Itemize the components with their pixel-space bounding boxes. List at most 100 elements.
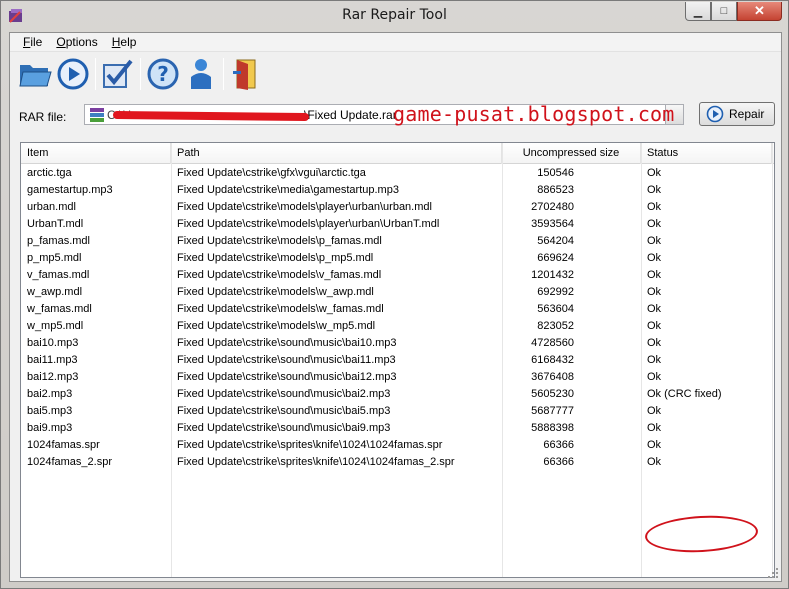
cell-item: 1024famas_2.spr — [27, 456, 112, 468]
cell-size: 669624 — [537, 252, 574, 264]
table-row[interactable]: w_awp.mdl Fixed Update\cstrike\models\w_a… — [21, 284, 774, 301]
cell-size: 4728560 — [531, 337, 574, 349]
cell-item: UrbanT.mdl — [27, 218, 84, 230]
table-row[interactable]: 1024famas_2.spr Fixed Update\cstrike\spri… — [21, 454, 774, 471]
play-icon — [706, 105, 724, 123]
menu-label-rest: elp — [120, 35, 137, 49]
cell-path: Fixed Update\cstrike\sprites\knife\1024\… — [177, 439, 443, 451]
rar-file-path-tail: \Fixed Update.rar — [304, 108, 397, 122]
cell-path: Fixed Update\cstrike\models\p_mp5.mdl — [177, 252, 374, 264]
cell-size: 886523 — [537, 184, 574, 196]
cell-path: Fixed Update\cstrike\sound\music\bai5.mp… — [177, 405, 391, 417]
cell-status: Ok — [647, 422, 662, 434]
cell-path: Fixed Update\cstrike\models\w_mp5.mdl — [177, 320, 376, 332]
table-row[interactable]: gamestartup.mp3 Fixed Update\cstrike\medi… — [21, 182, 774, 199]
toolbar-separator — [95, 58, 96, 90]
table-row[interactable]: arctic.tga Fixed Update\cstrike\gfx\vgui\… — [21, 165, 774, 182]
cell-path: Fixed Update\cstrike\sound\music\bai11.m… — [177, 354, 396, 366]
cell-size: 3593564 — [531, 218, 574, 230]
cell-status: Ok — [647, 303, 662, 315]
cell-path: Fixed Update\cstrike\models\w_famas.mdl — [177, 303, 384, 315]
watermark-text: game-pusat.blogspot.com — [393, 102, 675, 126]
cell-item: w_famas.mdl — [27, 303, 92, 315]
cell-item: bai5.mp3 — [27, 405, 73, 417]
cell-item: arctic.tga — [27, 167, 72, 179]
cell-item: bai10.mp3 — [27, 337, 79, 349]
cell-status: Ok — [647, 371, 662, 383]
user-icon[interactable] — [182, 55, 220, 93]
table-row[interactable]: p_mp5.mdl Fixed Update\cstrike\models\p_m… — [21, 250, 774, 267]
cell-path: Fixed Update\cstrike\sound\music\bai10.m… — [177, 337, 397, 349]
table-row[interactable]: bai12.mp3 Fixed Update\cstrike\sound\musi… — [21, 369, 774, 386]
cell-status: Ok — [647, 337, 662, 349]
list-body: arctic.tga Fixed Update\cstrike\gfx\vgui\… — [21, 165, 774, 471]
cell-size: 692992 — [537, 286, 574, 298]
cell-path: Fixed Update\cstrike\sound\music\bai12.m… — [177, 371, 397, 383]
open-folder-icon[interactable] — [16, 55, 54, 93]
list-header: Item Path Uncompressed size Status — [21, 143, 774, 164]
svg-text:?: ? — [157, 62, 169, 86]
column-header-item[interactable]: Item — [21, 143, 171, 164]
cell-item: p_famas.mdl — [27, 235, 90, 247]
table-row[interactable]: v_famas.mdl Fixed Update\cstrike\models\v… — [21, 267, 774, 284]
table-row[interactable]: bai10.mp3 Fixed Update\cstrike\sound\musi… — [21, 335, 774, 352]
close-button[interactable]: ✕ — [737, 2, 782, 21]
table-row[interactable]: UrbanT.mdl Fixed Update\cstrike\models\pl… — [21, 216, 774, 233]
cell-item: gamestartup.mp3 — [27, 184, 113, 196]
table-row[interactable]: w_famas.mdl Fixed Update\cstrike\models\w… — [21, 301, 774, 318]
menu-label-rest: ile — [30, 35, 43, 49]
menu-label-rest: ptions — [65, 35, 98, 49]
exit-door-icon[interactable] — [227, 55, 265, 93]
table-row[interactable]: 1024famas.spr Fixed Update\cstrike\sprite… — [21, 437, 774, 454]
cell-size: 6168432 — [531, 354, 574, 366]
cell-status: Ok — [647, 354, 662, 366]
help-icon[interactable]: ? — [144, 55, 182, 93]
checkmark-icon[interactable] — [99, 55, 137, 93]
cell-path: Fixed Update\cstrike\models\player\urban… — [177, 218, 440, 230]
cell-path: Fixed Update\cstrike\models\p_famas.mdl — [177, 235, 382, 247]
play-icon[interactable] — [54, 55, 92, 93]
resize-grip-icon[interactable] — [767, 567, 779, 579]
table-row[interactable]: bai5.mp3 Fixed Update\cstrike\sound\music… — [21, 403, 774, 420]
file-list[interactable]: Item Path Uncompressed size Status arcti… — [20, 142, 775, 578]
title-bar[interactable]: Rar Repair Tool ▁ □ ✕ — [1, 1, 788, 31]
repair-button[interactable]: Repair — [699, 102, 775, 126]
cell-size: 3676408 — [531, 371, 574, 383]
toolbar-separator — [223, 58, 224, 90]
cell-size: 1201432 — [531, 269, 574, 281]
table-row[interactable]: bai9.mp3 Fixed Update\cstrike\sound\music… — [21, 420, 774, 437]
window-controls: ▁ □ ✕ — [685, 2, 782, 21]
menu-accelerator: O — [56, 35, 66, 49]
cell-size: 563604 — [537, 303, 574, 315]
cell-size: 5605230 — [531, 388, 574, 400]
cell-path: Fixed Update\cstrike\models\v_famas.mdl — [177, 269, 382, 281]
cell-status: Ok — [647, 405, 662, 417]
cell-item: 1024famas.spr — [27, 439, 100, 451]
cell-item: bai2.mp3 — [27, 388, 73, 400]
minimize-button[interactable]: ▁ — [685, 2, 711, 21]
column-header-path[interactable]: Path — [171, 143, 502, 164]
cell-item: bai9.mp3 — [27, 422, 73, 434]
menu-bar: File Options Help — [10, 33, 781, 52]
menu-file[interactable]: File — [16, 33, 49, 51]
cell-status: Ok — [647, 218, 662, 230]
table-row[interactable]: urban.mdl Fixed Update\cstrike\models\pla… — [21, 199, 774, 216]
cell-size: 564204 — [537, 235, 574, 247]
cell-item: urban.mdl — [27, 201, 76, 213]
repair-button-label: Repair — [729, 107, 765, 121]
table-row[interactable]: w_mp5.mdl Fixed Update\cstrike\models\w_m… — [21, 318, 774, 335]
toolbar-separator — [140, 58, 141, 90]
menu-options[interactable]: Options — [49, 33, 104, 51]
menu-help[interactable]: Help — [105, 33, 144, 51]
maximize-button[interactable]: □ — [711, 2, 737, 21]
table-row[interactable]: p_famas.mdl Fixed Update\cstrike\models\p… — [21, 233, 774, 250]
cell-status: Ok — [647, 286, 662, 298]
table-row[interactable]: bai2.mp3 Fixed Update\cstrike\sound\music… — [21, 386, 774, 403]
column-header-status[interactable]: Status — [641, 143, 772, 164]
column-header-size[interactable]: Uncompressed size — [502, 143, 641, 164]
cell-path: Fixed Update\cstrike\sprites\knife\1024\… — [177, 456, 455, 468]
cell-item: w_mp5.mdl — [27, 320, 84, 332]
cell-status: Ok — [647, 235, 662, 247]
cell-status: Ok — [647, 456, 662, 468]
table-row[interactable]: bai11.mp3 Fixed Update\cstrike\sound\musi… — [21, 352, 774, 369]
